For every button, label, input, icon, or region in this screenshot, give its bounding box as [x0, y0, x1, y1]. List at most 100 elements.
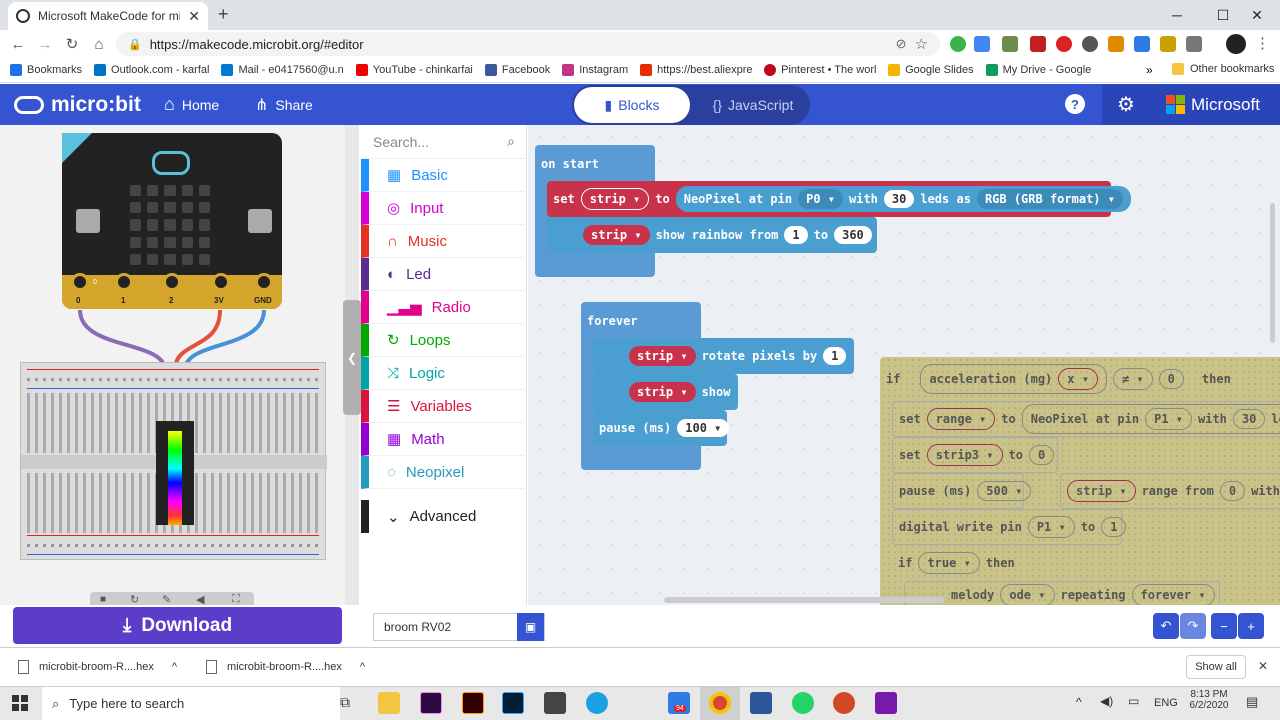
share-button[interactable]: ⋔ Share	[255, 84, 313, 125]
strip3-value-input[interactable]: 0	[1028, 445, 1055, 465]
category-input[interactable]: ◎ Input	[361, 192, 527, 225]
strip-variable-dropdown[interactable]: strip ▾	[583, 225, 650, 245]
collapse-simulator-chevron-icon[interactable]: ❮	[343, 300, 361, 415]
strip-variable-dropdown[interactable]: strip ▾	[580, 188, 650, 210]
extension-gear-icon[interactable]	[1082, 36, 1098, 52]
pin-dropdown[interactable]: P1 ▾	[1027, 516, 1075, 538]
more-bookmarks-button[interactable]: »	[1146, 63, 1153, 77]
other-bookmarks[interactable]: Other bookmarks	[1172, 63, 1274, 75]
action-center-icon[interactable]: ▤	[1246, 694, 1258, 710]
close-window-icon[interactable]: ✕	[1234, 0, 1280, 30]
toolbox-search-input[interactable]: Search... ⌕	[361, 125, 527, 159]
axis-dropdown[interactable]: x ▾	[1058, 368, 1098, 390]
microbit-logo[interactable]: micro:bit	[14, 84, 141, 125]
back-icon[interactable]: ←	[5, 30, 31, 58]
category-neopixel[interactable]: ◌ Neopixel	[361, 456, 527, 489]
pause-block[interactable]: pause (ms) 100 ▾	[593, 410, 730, 446]
range-variable-dropdown[interactable]: range ▾	[926, 408, 996, 430]
start-melody-block[interactable]: melody ode ▾ repeating forever ▾	[904, 581, 1220, 605]
operator-dropdown[interactable]: ≠ ▾	[1112, 368, 1153, 390]
range-start-input[interactable]: 0	[1219, 481, 1246, 501]
compare-value-input[interactable]: 0	[1158, 369, 1184, 389]
forward-icon[interactable]: →	[32, 30, 58, 58]
neopixel-create-block[interactable]: NeoPixel at pin P1 ▾ with 30 leds	[1021, 404, 1280, 434]
bookmark-item[interactable]: Outlook.com - karfal	[94, 64, 209, 76]
site-settings-icon[interactable]: ⊘	[896, 36, 907, 52]
network-icon[interactable]: ▭	[1128, 694, 1139, 708]
chevron-up-icon[interactable]: ^	[172, 661, 177, 673]
pause-500-block[interactable]: pause (ms) 500 ▾	[892, 473, 1032, 509]
set-strip3-block[interactable]: set strip3 ▾ to 0	[892, 437, 1058, 473]
rotate-amount-input[interactable]: 1	[823, 347, 847, 365]
pin-gnd[interactable]	[255, 273, 273, 291]
file-explorer-icon[interactable]	[378, 692, 400, 714]
pin-1[interactable]	[115, 273, 133, 291]
download-item[interactable]: microbit-broom-R....hex ^	[206, 655, 365, 679]
illustrator-icon[interactable]	[462, 692, 484, 714]
strip-variable-dropdown[interactable]: strip ▾	[629, 346, 696, 366]
help-icon[interactable]: ?	[1065, 94, 1085, 114]
pin-2[interactable]	[163, 273, 181, 291]
home-button[interactable]: ⌂ Home	[164, 84, 219, 125]
bookmark-item[interactable]: Facebook	[484, 64, 550, 76]
app-c-icon[interactable]	[586, 692, 608, 714]
bookmark-item[interactable]: https://best.aliexpres	[640, 64, 752, 76]
onenote-icon[interactable]	[875, 692, 897, 714]
profile-avatar[interactable]	[1226, 34, 1246, 54]
repeat-dropdown[interactable]: forever ▾	[1131, 584, 1215, 605]
button-b[interactable]	[248, 209, 272, 233]
undo-icon[interactable]: ↶	[1153, 613, 1179, 639]
extension-video-icon[interactable]	[1030, 36, 1046, 52]
extension-abp-icon[interactable]	[1056, 36, 1072, 52]
pin-dropdown[interactable]: P0 ▾	[798, 189, 843, 209]
true-dropdown[interactable]: true ▾	[918, 552, 980, 574]
button-a[interactable]	[76, 209, 100, 233]
digital-value-input[interactable]: 1	[1101, 517, 1127, 537]
workspace-horizontal-scrollbar[interactable]	[664, 597, 944, 603]
strip-range-block[interactable]: strip ▾ range from 0 with	[1060, 473, 1280, 509]
set-strip-block[interactable]: set strip ▾ to NeoPixel at pin P0 ▾ with…	[547, 181, 1131, 217]
extension-download-icon[interactable]	[1134, 36, 1150, 52]
extension-cast-icon[interactable]	[1186, 36, 1202, 52]
blocks-tab[interactable]: ▮ Blocks	[574, 87, 690, 123]
address-bar[interactable]: 🔒 https://makecode.microbit.org/#editor …	[116, 32, 940, 56]
led-count-input[interactable]: 30	[883, 190, 915, 208]
extension-shield-icon[interactable]	[1160, 36, 1176, 52]
strip-variable-dropdown[interactable]: strip ▾	[629, 382, 696, 402]
volume-icon[interactable]: ◀)	[1100, 694, 1113, 708]
close-tab-icon[interactable]: ✕	[188, 8, 200, 25]
word-icon[interactable]	[750, 692, 772, 714]
workspace-vertical-scrollbar[interactable]	[1270, 203, 1275, 343]
neopixel-create-block[interactable]: NeoPixel at pin P0 ▾ with 30 leds as RGB…	[675, 186, 1131, 212]
rainbow-start-input[interactable]: 1	[784, 226, 808, 244]
pause-dropdown[interactable]: 100 ▾	[677, 419, 730, 437]
premiere-icon[interactable]	[420, 692, 442, 714]
category-basic[interactable]: ▦ Basic	[361, 159, 527, 192]
chrome-icon[interactable]	[709, 692, 731, 714]
photoshop-icon[interactable]	[502, 692, 524, 714]
javascript-tab[interactable]: {} JavaScript	[698, 87, 808, 123]
melody-dropdown[interactable]: ode ▾	[1000, 584, 1055, 605]
whatsapp-icon[interactable]	[792, 692, 814, 714]
strip-variable-dropdown[interactable]: strip ▾	[1067, 480, 1136, 502]
reload-icon[interactable]: ↻	[59, 30, 85, 58]
zoom-in-icon[interactable]: +	[1238, 613, 1264, 639]
bookmark-item[interactable]: Mail - e0417560@u.n	[221, 64, 344, 76]
bookmark-item[interactable]: Bookmarks	[10, 64, 82, 76]
category-loops[interactable]: ↻ Loops	[361, 324, 527, 357]
tray-chevron-icon[interactable]: ^	[1076, 695, 1082, 709]
home-icon[interactable]: ⌂	[86, 30, 112, 58]
blocks-workspace[interactable]: on start set strip ▾ to NeoPixel at pin …	[528, 125, 1280, 605]
category-math[interactable]: ▦ Math	[361, 423, 527, 456]
bookmark-item[interactable]: Instagram	[562, 64, 628, 76]
powerpoint-icon[interactable]	[833, 692, 855, 714]
language-indicator[interactable]: ENG	[1154, 697, 1178, 709]
close-shelf-icon[interactable]: ✕	[1258, 659, 1268, 673]
settings-gear-icon[interactable]: ⚙	[1102, 84, 1150, 125]
minimize-icon[interactable]: ─	[1154, 0, 1200, 30]
show-rainbow-block[interactable]: strip ▾ show rainbow from 1 to 360	[547, 217, 877, 253]
bookmark-item[interactable]: YouTube - chinkarfai	[355, 64, 473, 76]
zoom-out-icon[interactable]: −	[1211, 613, 1237, 639]
category-advanced[interactable]: ⌄ Advanced	[361, 500, 527, 533]
inkscape-icon[interactable]	[544, 692, 566, 714]
